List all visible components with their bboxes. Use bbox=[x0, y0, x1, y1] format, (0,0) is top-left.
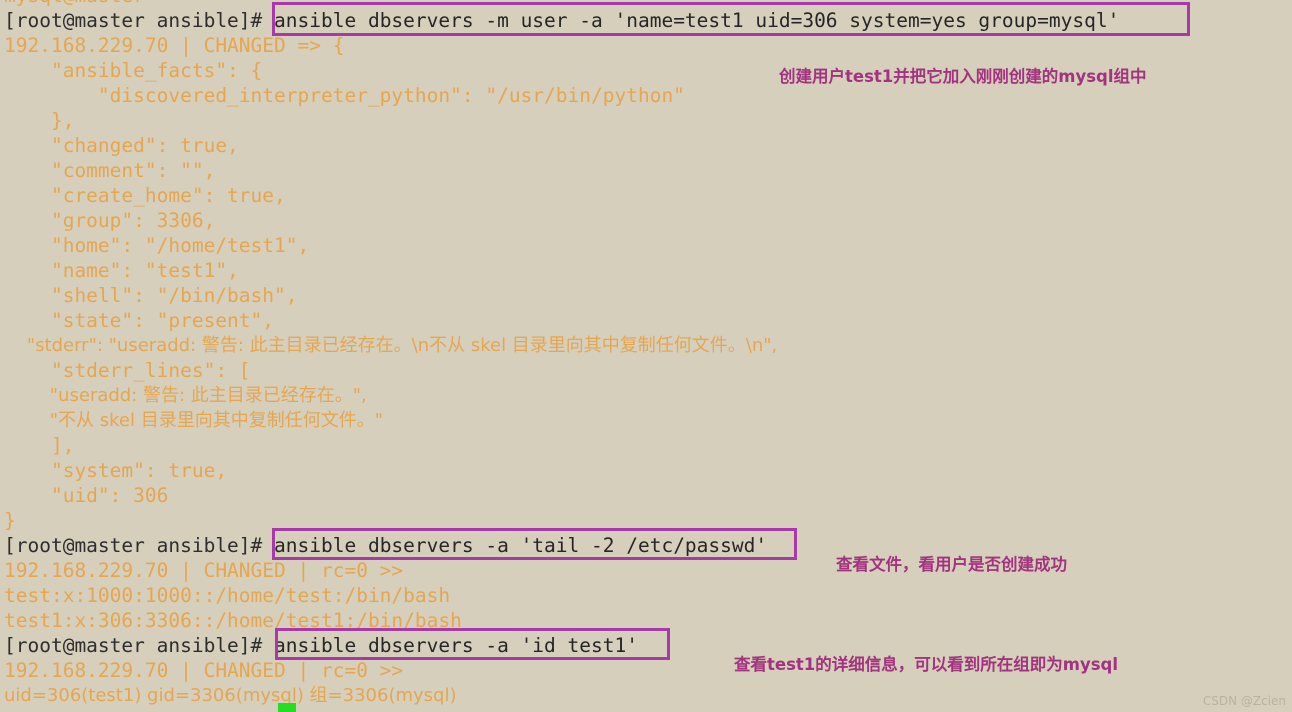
terminal-line-output-23: 192.168.229.70 | CHANGED | rc=0 >> bbox=[4, 559, 404, 582]
terminal-line-output-19: "system": true, bbox=[4, 459, 228, 482]
terminal-line-prompt-1: [root@master ansible]# ansible dbservers… bbox=[4, 8, 1119, 33]
terminal-line-output-13: "state": "present", bbox=[4, 309, 275, 332]
watermark: CSDN @Zcien bbox=[1202, 694, 1286, 708]
terminal-line-output-17: "不从 skel 目录里向其中复制任何文件。" bbox=[4, 410, 384, 431]
terminal-line-output-15: "stderr_lines": [ bbox=[4, 359, 251, 382]
terminal-line-output-27: 192.168.229.70 | CHANGED | rc=0 >> bbox=[4, 659, 404, 682]
terminal-line-prompt-2: [root@master ansible]# ansible dbservers… bbox=[4, 533, 767, 558]
terminal-line-output-3: "ansible_facts": { bbox=[4, 59, 263, 82]
shell-prompt: [root@master ansible]# bbox=[4, 9, 275, 32]
terminal-line-output-28: uid=306(test1) gid=3306(mysql) 组=3306(my… bbox=[4, 685, 457, 706]
annotation-create-user: 创建用户test1并把它加入刚刚创建的mysql组中 bbox=[779, 67, 1147, 86]
terminal-line-output-4: "discovered_interpreter_python": "/usr/b… bbox=[4, 84, 685, 107]
terminal-line-output-25: test1:x:306:3306::/home/test1:/bin/bash bbox=[4, 609, 462, 632]
annotation-check-file: 查看文件，看用户是否创建成功 bbox=[836, 555, 1067, 574]
terminal-line-output-8: "create_home": true, bbox=[4, 184, 286, 207]
terminal-line-output-9: "group": 3306, bbox=[4, 209, 216, 232]
typed-command-2[interactable]: ansible dbservers -a 'tail -2 /etc/passw… bbox=[274, 534, 767, 557]
terminal-line-output-16: "useradd: 警告: 此主目录已经存在。", bbox=[4, 385, 367, 406]
terminal-line-output-12: "shell": "/bin/bash", bbox=[4, 284, 298, 307]
typed-command-3[interactable]: ansible dbservers -a 'id test1' bbox=[274, 634, 638, 657]
typed-command-1[interactable]: ansible dbservers -m user -a 'name=test1… bbox=[274, 9, 1119, 32]
terminal-window: mysql@master [root@master ansible]# ansi… bbox=[0, 0, 1292, 712]
terminal-line-output-18: ], bbox=[4, 434, 75, 457]
terminal-line-prompt-3: [root@master ansible]# ansible dbservers… bbox=[4, 633, 638, 658]
terminal-line-output-24: test:x:1000:1000::/home/test:/bin/bash bbox=[4, 584, 451, 607]
terminal-line-output-10: "home": "/home/test1", bbox=[4, 234, 310, 257]
terminal-line-output-14: "stderr": "useradd: 警告: 此主目录已经存在。\n不从 sk… bbox=[4, 335, 778, 356]
terminal-line-output-6: "changed": true, bbox=[4, 134, 239, 157]
shell-prompt: [root@master ansible]# bbox=[4, 634, 275, 657]
shell-prompt: [root@master ansible]# bbox=[4, 534, 275, 557]
clipped-top-line: mysql@master bbox=[4, 0, 145, 8]
terminal-line-output-5: }, bbox=[4, 109, 75, 132]
terminal-line-output-21: } bbox=[4, 509, 16, 532]
terminal-line-output-2: 192.168.229.70 | CHANGED => { bbox=[4, 34, 345, 57]
annotation-check-id: 查看test1的详细信息，可以看到所在组即为mysql bbox=[734, 655, 1119, 674]
terminal-line-output-20: "uid": 306 bbox=[4, 484, 169, 507]
terminal-line-output-7: "comment": "", bbox=[4, 159, 216, 182]
terminal-line-output-11: "name": "test1", bbox=[4, 259, 239, 282]
